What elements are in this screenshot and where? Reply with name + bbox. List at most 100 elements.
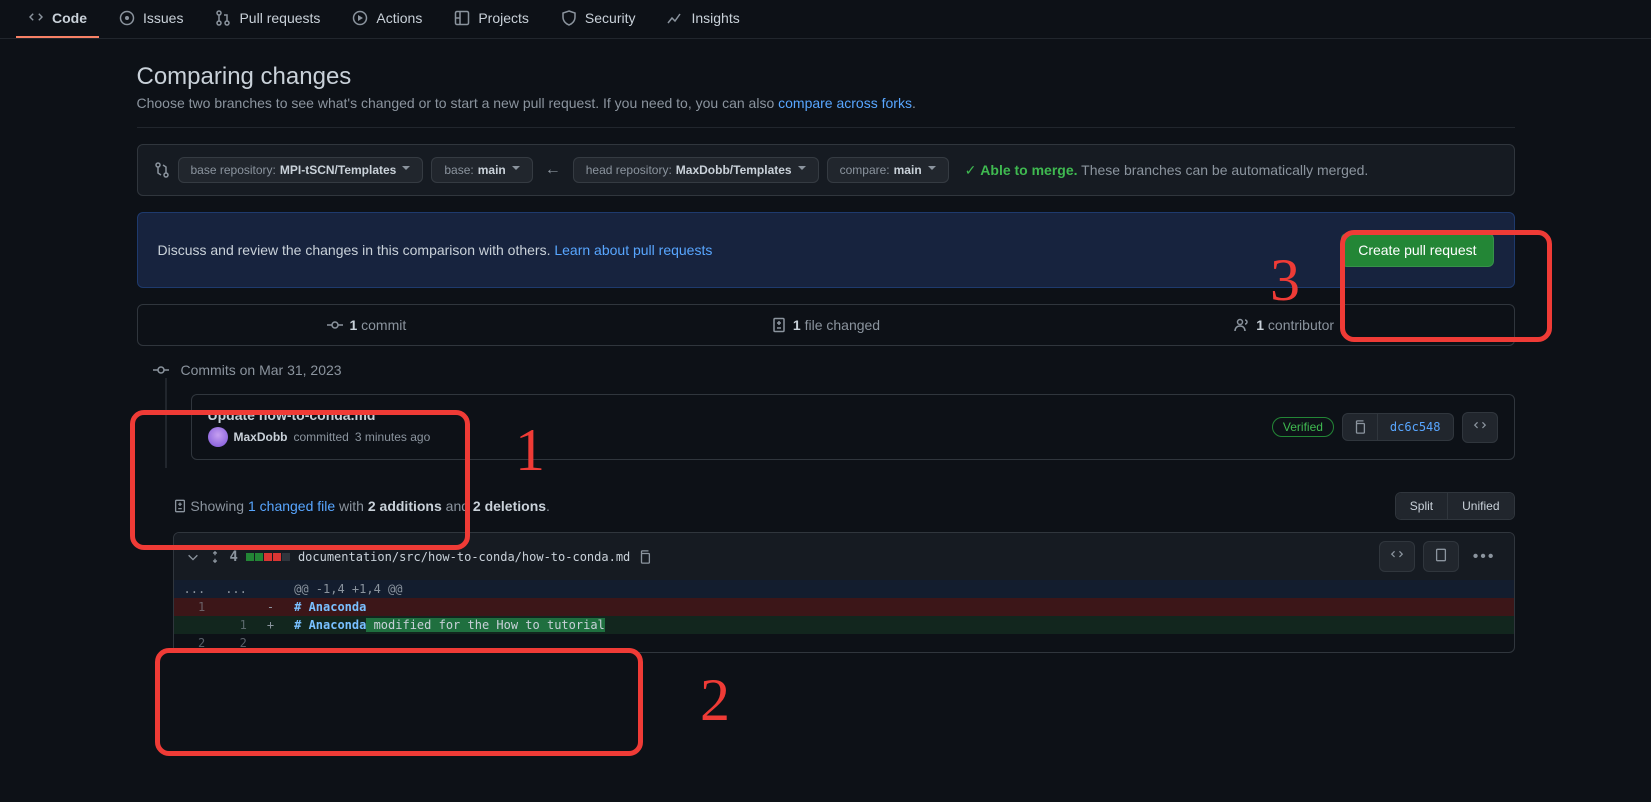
stats-bar: 1 commit 1 file changed 1 contributor bbox=[137, 304, 1515, 346]
arrow-left-icon: ← bbox=[541, 161, 565, 179]
verified-badge[interactable]: Verified bbox=[1272, 417, 1334, 437]
tab-code[interactable]: Code bbox=[16, 0, 99, 38]
merge-auto-text: These branches can be automatically merg… bbox=[1078, 162, 1369, 178]
view-rendered-button[interactable] bbox=[1423, 541, 1459, 572]
repo-nav: Code Issues Pull requests Actions Projec… bbox=[0, 0, 1651, 39]
pull-request-icon bbox=[215, 10, 231, 26]
actions-icon bbox=[352, 10, 368, 26]
copy-icon bbox=[1353, 420, 1367, 434]
copy-sha-button[interactable] bbox=[1342, 413, 1378, 441]
split-view-button[interactable]: Split bbox=[1396, 493, 1447, 519]
unified-view-button[interactable]: Unified bbox=[1447, 493, 1513, 519]
base-value: main bbox=[478, 163, 506, 177]
stat-contributors[interactable]: 1 contributor bbox=[1055, 305, 1514, 345]
hunk-ln[interactable]: ... bbox=[215, 580, 257, 598]
commit-meta: MaxDobb committed 3 minutes ago bbox=[208, 427, 431, 447]
end-text: . bbox=[546, 498, 550, 514]
tab-code-label: Code bbox=[52, 10, 87, 26]
commit-dot-icon bbox=[153, 362, 169, 378]
tab-projects[interactable]: Projects bbox=[442, 0, 541, 38]
hunk-header-row: ... ... @@ -1,4 +1,4 @@ bbox=[174, 580, 1514, 598]
learn-pr-link[interactable]: Learn about pull requests bbox=[554, 242, 712, 258]
line-number-new bbox=[215, 598, 257, 616]
head-repo-dropdown[interactable]: head repository: MaxDobb/Templates bbox=[573, 157, 819, 183]
tab-projects-label: Projects bbox=[478, 10, 529, 26]
line-number-old[interactable]: 2 bbox=[174, 634, 216, 652]
annotation-box-2 bbox=[155, 648, 643, 756]
code-icon bbox=[1473, 419, 1487, 433]
compare-branch-dropdown[interactable]: compare: main bbox=[827, 157, 949, 183]
compare-value: main bbox=[894, 163, 922, 177]
code-text: Anaconda bbox=[309, 618, 367, 632]
tab-pulls[interactable]: Pull requests bbox=[203, 0, 332, 38]
diff-line-added: 1 + # Anaconda modified for the How to t… bbox=[174, 616, 1514, 634]
file-summary: Showing 1 changed file with 2 additions … bbox=[137, 492, 1515, 532]
commits-date-text: Commits on Mar 31, 2023 bbox=[181, 362, 342, 378]
commit-title[interactable]: Update how-to-conda.md bbox=[208, 407, 431, 423]
issues-icon bbox=[119, 10, 135, 26]
head-repo-label: head repository: bbox=[586, 163, 672, 177]
pr-banner: Discuss and review the changes in this c… bbox=[137, 212, 1515, 288]
changed-files-link[interactable]: 1 changed file bbox=[248, 498, 335, 514]
merge-status: ✓ Able to merge. These branches can be a… bbox=[965, 162, 1369, 179]
file-diff-icon bbox=[771, 317, 787, 333]
commit-time: 3 minutes ago bbox=[355, 430, 430, 444]
commit-item: Update how-to-conda.md MaxDobb committed… bbox=[191, 394, 1515, 460]
browse-repo-button[interactable] bbox=[1462, 412, 1498, 443]
kebab-icon[interactable]: ••• bbox=[1467, 548, 1502, 566]
people-icon bbox=[1234, 317, 1250, 333]
base-repo-dropdown[interactable]: base repository: MPI-tSCN/Templates bbox=[178, 157, 424, 183]
git-compare-icon bbox=[154, 162, 170, 178]
caret-icon bbox=[402, 166, 410, 174]
commit-verb: committed bbox=[294, 430, 349, 444]
diff-file: 4 documentation/src/how-to-conda/how-to-… bbox=[173, 532, 1515, 653]
hunk-ln[interactable]: ... bbox=[174, 580, 216, 598]
chevron-down-icon[interactable] bbox=[186, 550, 200, 564]
commits-date-header: Commits on Mar 31, 2023 bbox=[137, 362, 1515, 378]
expand-icon[interactable] bbox=[208, 550, 222, 564]
code-icon bbox=[1390, 548, 1404, 562]
diffstat-count: 4 bbox=[230, 549, 238, 565]
files-label: file changed bbox=[801, 317, 880, 333]
projects-icon bbox=[454, 10, 470, 26]
stat-files[interactable]: 1 file changed bbox=[596, 305, 1055, 345]
deletions-text: 2 deletions bbox=[473, 498, 546, 514]
pr-banner-msg: Discuss and review the changes in this c… bbox=[158, 242, 555, 258]
tab-actions[interactable]: Actions bbox=[340, 0, 434, 38]
tab-security[interactable]: Security bbox=[549, 0, 648, 38]
copy-path-icon[interactable] bbox=[638, 550, 652, 564]
tab-security-label: Security bbox=[585, 10, 636, 26]
tab-insights[interactable]: Insights bbox=[655, 0, 751, 38]
commit-sha-link[interactable]: dc6c548 bbox=[1378, 413, 1454, 441]
additions-text: 2 additions bbox=[368, 498, 442, 514]
stat-commits[interactable]: 1 commit bbox=[138, 305, 597, 345]
base-repo-label: base repository: bbox=[191, 163, 276, 177]
tab-issues[interactable]: Issues bbox=[107, 0, 195, 38]
caret-icon bbox=[512, 166, 520, 174]
base-branch-dropdown[interactable]: base: main bbox=[431, 157, 532, 183]
line-number-old[interactable]: 1 bbox=[174, 598, 216, 616]
line-number-new[interactable]: 2 bbox=[215, 634, 257, 652]
files-count: 1 bbox=[793, 317, 801, 333]
file-diff-icon bbox=[173, 499, 187, 513]
tab-actions-label: Actions bbox=[376, 10, 422, 26]
compare-label: compare: bbox=[840, 163, 890, 177]
view-source-button[interactable] bbox=[1379, 541, 1415, 572]
commits-label: commit bbox=[357, 317, 406, 333]
diff-view-toggle: Split Unified bbox=[1395, 492, 1515, 520]
line-number-new[interactable]: 1 bbox=[215, 616, 257, 634]
page-subtitle: Choose two branches to see what's change… bbox=[137, 95, 1515, 128]
check-icon: ✓ bbox=[965, 162, 977, 178]
create-pr-button[interactable]: Create pull request bbox=[1341, 233, 1493, 267]
commit-author[interactable]: MaxDobb bbox=[234, 430, 288, 444]
showing-text: Showing bbox=[190, 498, 248, 514]
compare-forks-link[interactable]: compare across forks bbox=[778, 95, 912, 111]
commits-list: Commits on Mar 31, 2023 Update how-to-co… bbox=[137, 362, 1515, 468]
diff-header: 4 documentation/src/how-to-conda/how-to-… bbox=[174, 533, 1514, 580]
file-path[interactable]: documentation/src/how-to-conda/how-to-co… bbox=[298, 550, 630, 564]
head-repo-value: MaxDobb/Templates bbox=[676, 163, 792, 177]
tab-issues-label: Issues bbox=[143, 10, 183, 26]
avatar[interactable] bbox=[208, 427, 228, 447]
commit-icon bbox=[327, 317, 343, 333]
page-subtitle-end: . bbox=[912, 95, 916, 111]
